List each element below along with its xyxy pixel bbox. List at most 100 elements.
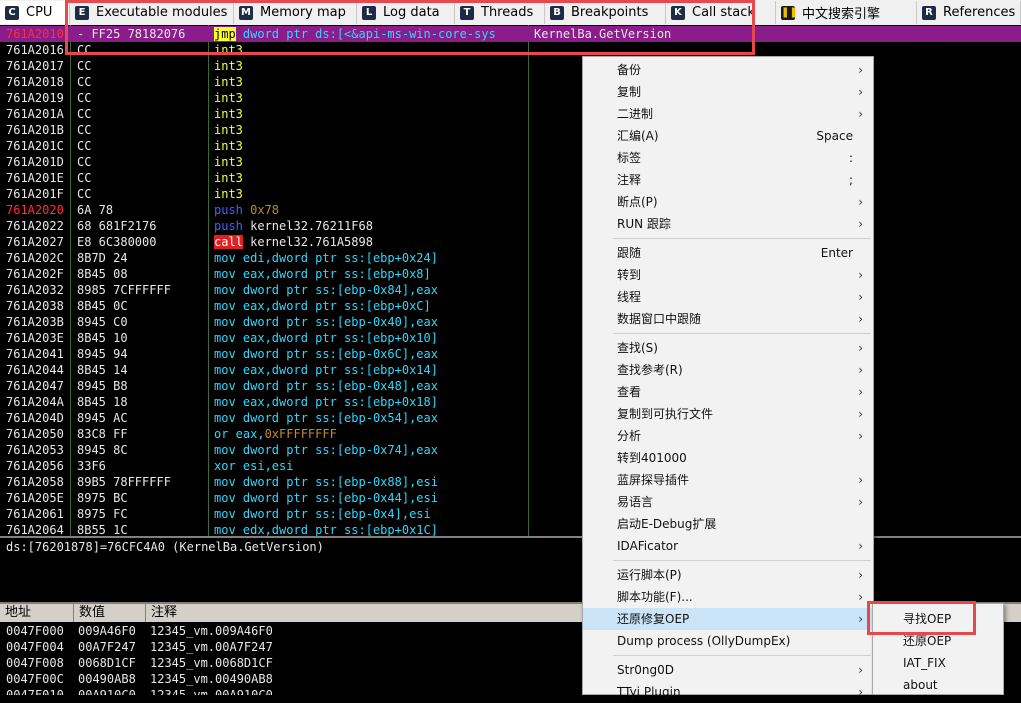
dump-address: 0047F000 xyxy=(6,624,64,638)
row-address: 761A201E xyxy=(6,171,64,185)
chevron-right-icon: › xyxy=(858,217,863,231)
menu-item[interactable]: Str0ng0D › xyxy=(583,659,873,681)
menu-item[interactable]: 注释; xyxy=(583,169,873,191)
menu-item[interactable]: 转到 › xyxy=(583,264,873,286)
menu-item[interactable]: 跟随 Enter xyxy=(583,242,873,264)
submenu-item[interactable]: 还原OEP xyxy=(873,630,1003,652)
tab-plugin-pause[interactable]: ❚❚ 中文搜索引擎 xyxy=(776,1,917,24)
tab-references[interactable]: R References xyxy=(917,1,1021,24)
menu-item[interactable]: 二进制 › xyxy=(583,103,873,125)
menu-item-shortcut: : xyxy=(848,151,853,165)
menu-item[interactable]: 脚本功能(F)... › xyxy=(583,586,873,608)
tab-label: Memory map xyxy=(260,5,346,20)
row-bytes: 8945 AC xyxy=(77,411,128,425)
row-bytes: 8B55 1C xyxy=(77,523,128,536)
row-bytes: CC xyxy=(77,91,92,105)
instruction-token: kernel32.761A5898 xyxy=(242,235,373,249)
submenu-item[interactable]: 寻找OEP xyxy=(873,608,1003,630)
instruction-token: mov dword ptr ss:[ebp-0x6C],eax xyxy=(214,347,438,361)
row-bytes: 8B45 18 xyxy=(77,395,128,409)
chevron-right-icon: › xyxy=(858,341,863,355)
instruction-token: mov dword ptr ss:[ebp-0x40],eax xyxy=(214,315,438,329)
menu-item[interactable]: 还原修复OEP › xyxy=(583,608,873,630)
row-address: 761A2018 xyxy=(6,75,64,89)
instruction-token: mov edx,dword ptr ss:[ebp+0x1C] xyxy=(214,523,438,536)
row-instruction: int3 xyxy=(214,170,243,186)
menu-item[interactable]: 数据窗口中跟随 › xyxy=(583,308,873,330)
oep-submenu: 寻找OEP 还原OEP IAT_FIX about xyxy=(872,603,1004,695)
menu-item[interactable]: IDAFicator › xyxy=(583,535,873,557)
menu-item[interactable]: Dump process (OllyDumpEx) xyxy=(583,630,873,652)
tab-cpu[interactable]: C CPU xyxy=(0,1,70,24)
tab-breakpoints[interactable]: B Breakpoints xyxy=(545,1,666,24)
menu-item[interactable]: 复制 › xyxy=(583,81,873,103)
submenu-item[interactable]: IAT_FIX xyxy=(873,652,1003,674)
menu-item[interactable]: RUN 跟踪 › xyxy=(583,213,873,235)
dump-value: 0068D1CF xyxy=(78,656,136,670)
instruction-token: int3 xyxy=(214,155,243,169)
menu-item[interactable]: 查找(S) › xyxy=(583,337,873,359)
menu-item[interactable]: TTyi Plugin › xyxy=(583,681,873,703)
menu-item[interactable]: 运行脚本(P) › xyxy=(583,564,873,586)
menu-item-label: 数据窗口中跟随 xyxy=(617,312,702,326)
row-instruction: int3 xyxy=(214,42,243,58)
menu-item[interactable]: 蓝屏探导插件 › xyxy=(583,469,873,491)
tab-label: References xyxy=(943,5,1016,20)
instruction-token: dword ptr ds:[<&api-ms-win-core-sys xyxy=(235,27,496,41)
menu-item[interactable]: 易语言 › xyxy=(583,491,873,513)
disasm-row[interactable]: 761A2010 - FF25 78182076 jmp dword ptr ds:… xyxy=(0,26,1021,42)
row-bytes: 8945 8C xyxy=(77,443,128,457)
menu-item-label: 启动E-Debug扩展 xyxy=(617,517,717,531)
instruction-token: mov dword ptr ss:[ebp-0x88],esi xyxy=(214,475,438,489)
row-address: 761A2027 xyxy=(6,235,64,249)
menu-item-label: 标签 xyxy=(617,151,642,165)
submenu-item[interactable]: about xyxy=(873,674,1003,696)
column-header-address[interactable]: 地址 xyxy=(0,604,74,622)
menu-item[interactable]: 标签: xyxy=(583,147,873,169)
row-address: 761A2022 xyxy=(6,219,64,233)
row-address: 761A2038 xyxy=(6,299,64,313)
menu-item[interactable]: 查找参考(R) › xyxy=(583,359,873,381)
tab-callstack[interactable]: K Call stack xyxy=(666,1,776,24)
row-address: 761A2064 xyxy=(6,523,64,536)
tab-modules[interactable]: E Executable modules xyxy=(70,1,234,24)
tab-threads[interactable]: T Threads xyxy=(455,1,545,24)
row-bytes: CC xyxy=(77,171,92,185)
row-instruction: mov dword ptr ss:[ebp-0x44],esi xyxy=(214,490,438,506)
row-instruction: push kernel32.76211F68 xyxy=(214,218,373,234)
menu-item[interactable]: 分析 › xyxy=(583,425,873,447)
chevron-right-icon: › xyxy=(858,385,863,399)
row-comment: KernelBa.GetVersion xyxy=(534,27,672,41)
row-instruction: mov dword ptr ss:[ebp-0x84],eax xyxy=(214,282,438,298)
menu-item[interactable]: 备份 › xyxy=(583,59,873,81)
row-bytes: 8B45 08 xyxy=(77,267,128,281)
menu-item-label: 二进制 xyxy=(617,107,654,121)
instruction-token: mov eax,dword ptr ss:[ebp+0x8] xyxy=(214,267,431,281)
menu-item[interactable]: 转到401000 xyxy=(583,447,873,469)
tab-log[interactable]: L Log data xyxy=(357,1,455,24)
chevron-right-icon: › xyxy=(858,539,863,553)
instruction-token: int3 xyxy=(214,139,243,153)
row-instruction: mov dword ptr ss:[ebp-0x88],esi xyxy=(214,474,438,490)
column-header-value[interactable]: 数值 xyxy=(74,604,146,622)
menu-item[interactable]: 汇编(A) Space xyxy=(583,125,873,147)
menu-item[interactable]: 断点(P) › xyxy=(583,191,873,213)
menu-item-label: 断点(P) xyxy=(617,195,658,209)
menu-item-label: 蓝屏探导插件 xyxy=(617,473,690,487)
row-bytes: 8945 94 xyxy=(77,347,128,361)
menu-separator xyxy=(613,238,871,239)
row-instruction: push 0x78 xyxy=(214,202,279,218)
tab-memory[interactable]: M Memory map xyxy=(234,1,357,24)
instruction-token: kernel32.76211F68 xyxy=(242,219,373,233)
row-bytes: 6A 78 xyxy=(77,203,114,217)
menu-item[interactable]: 复制到可执行文件 › xyxy=(583,403,873,425)
row-address: 761A2061 xyxy=(6,507,64,521)
menu-item[interactable]: 线程 › xyxy=(583,286,873,308)
menu-item-label: 复制到可执行文件 xyxy=(617,407,714,421)
menu-item[interactable]: 查看 › xyxy=(583,381,873,403)
instruction-token: int3 xyxy=(214,107,243,121)
menu-item-label: 注释 xyxy=(617,173,642,187)
instruction-token: mov dword ptr ss:[ebp-0x44],esi xyxy=(214,491,438,505)
row-bytes: 33F6 xyxy=(77,459,106,473)
menu-item[interactable]: 启动E-Debug扩展 xyxy=(583,513,873,535)
